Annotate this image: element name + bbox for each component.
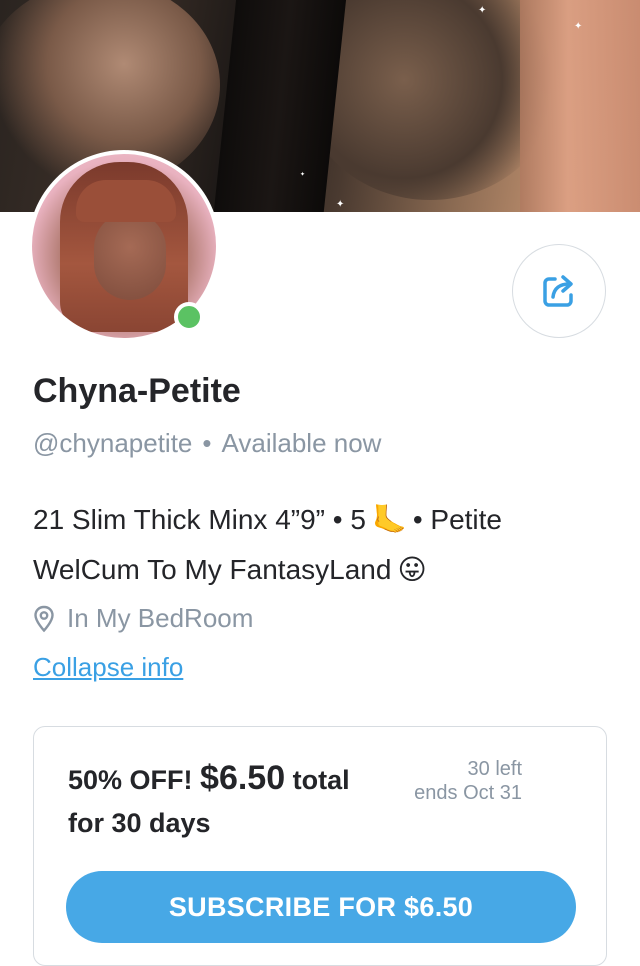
foot-emoji-icon: 🦶 bbox=[371, 504, 407, 535]
location: In My BedRoom bbox=[33, 603, 253, 634]
profile-handle[interactable]: @chynapetite bbox=[33, 428, 192, 458]
handle-line: @chynapetite • Available now bbox=[33, 428, 381, 459]
bio-line-2: WelCum To My FantasyLand 😛 bbox=[33, 553, 433, 586]
separator-dot: • bbox=[202, 428, 212, 458]
bio-line-1: 21 Slim Thick Minx 4”9” • 5 🦶 • Petite bbox=[33, 503, 502, 536]
profile-name: Chyna-Petite bbox=[33, 372, 241, 410]
discount-label: 50% OFF! bbox=[68, 765, 193, 795]
offer-duration: for 30 days bbox=[68, 808, 211, 838]
collapse-info-link[interactable]: Collapse info bbox=[33, 652, 183, 683]
tongue-emoji-icon: 😛 bbox=[397, 554, 427, 585]
offer-end-date: ends Oct 31 bbox=[414, 782, 522, 804]
offer-availability: 30 left ends Oct 31 bbox=[414, 757, 522, 805]
bio-text: 21 Slim Thick Minx 4”9” • 5 bbox=[33, 503, 366, 535]
bio-text: WelCum To My FantasyLand bbox=[33, 553, 392, 585]
total-label: total bbox=[292, 765, 350, 795]
subscribe-button[interactable]: SUBSCRIBE FOR $6.50 bbox=[66, 871, 576, 943]
share-icon bbox=[543, 275, 573, 307]
availability-status: Available now bbox=[221, 428, 382, 458]
location-pin-icon bbox=[34, 605, 54, 632]
online-status-indicator bbox=[174, 302, 204, 332]
location-text: In My BedRoom bbox=[67, 603, 254, 633]
share-button[interactable] bbox=[512, 244, 606, 338]
promo-text: 50% OFF! $6.50 total for 30 days bbox=[68, 759, 350, 839]
bio-text: • Petite bbox=[412, 503, 502, 535]
offer-price: $6.50 bbox=[200, 759, 286, 797]
subscription-card: 50% OFF! $6.50 total for 30 days 30 left… bbox=[33, 726, 607, 966]
remaining-count: 30 left bbox=[467, 758, 522, 780]
